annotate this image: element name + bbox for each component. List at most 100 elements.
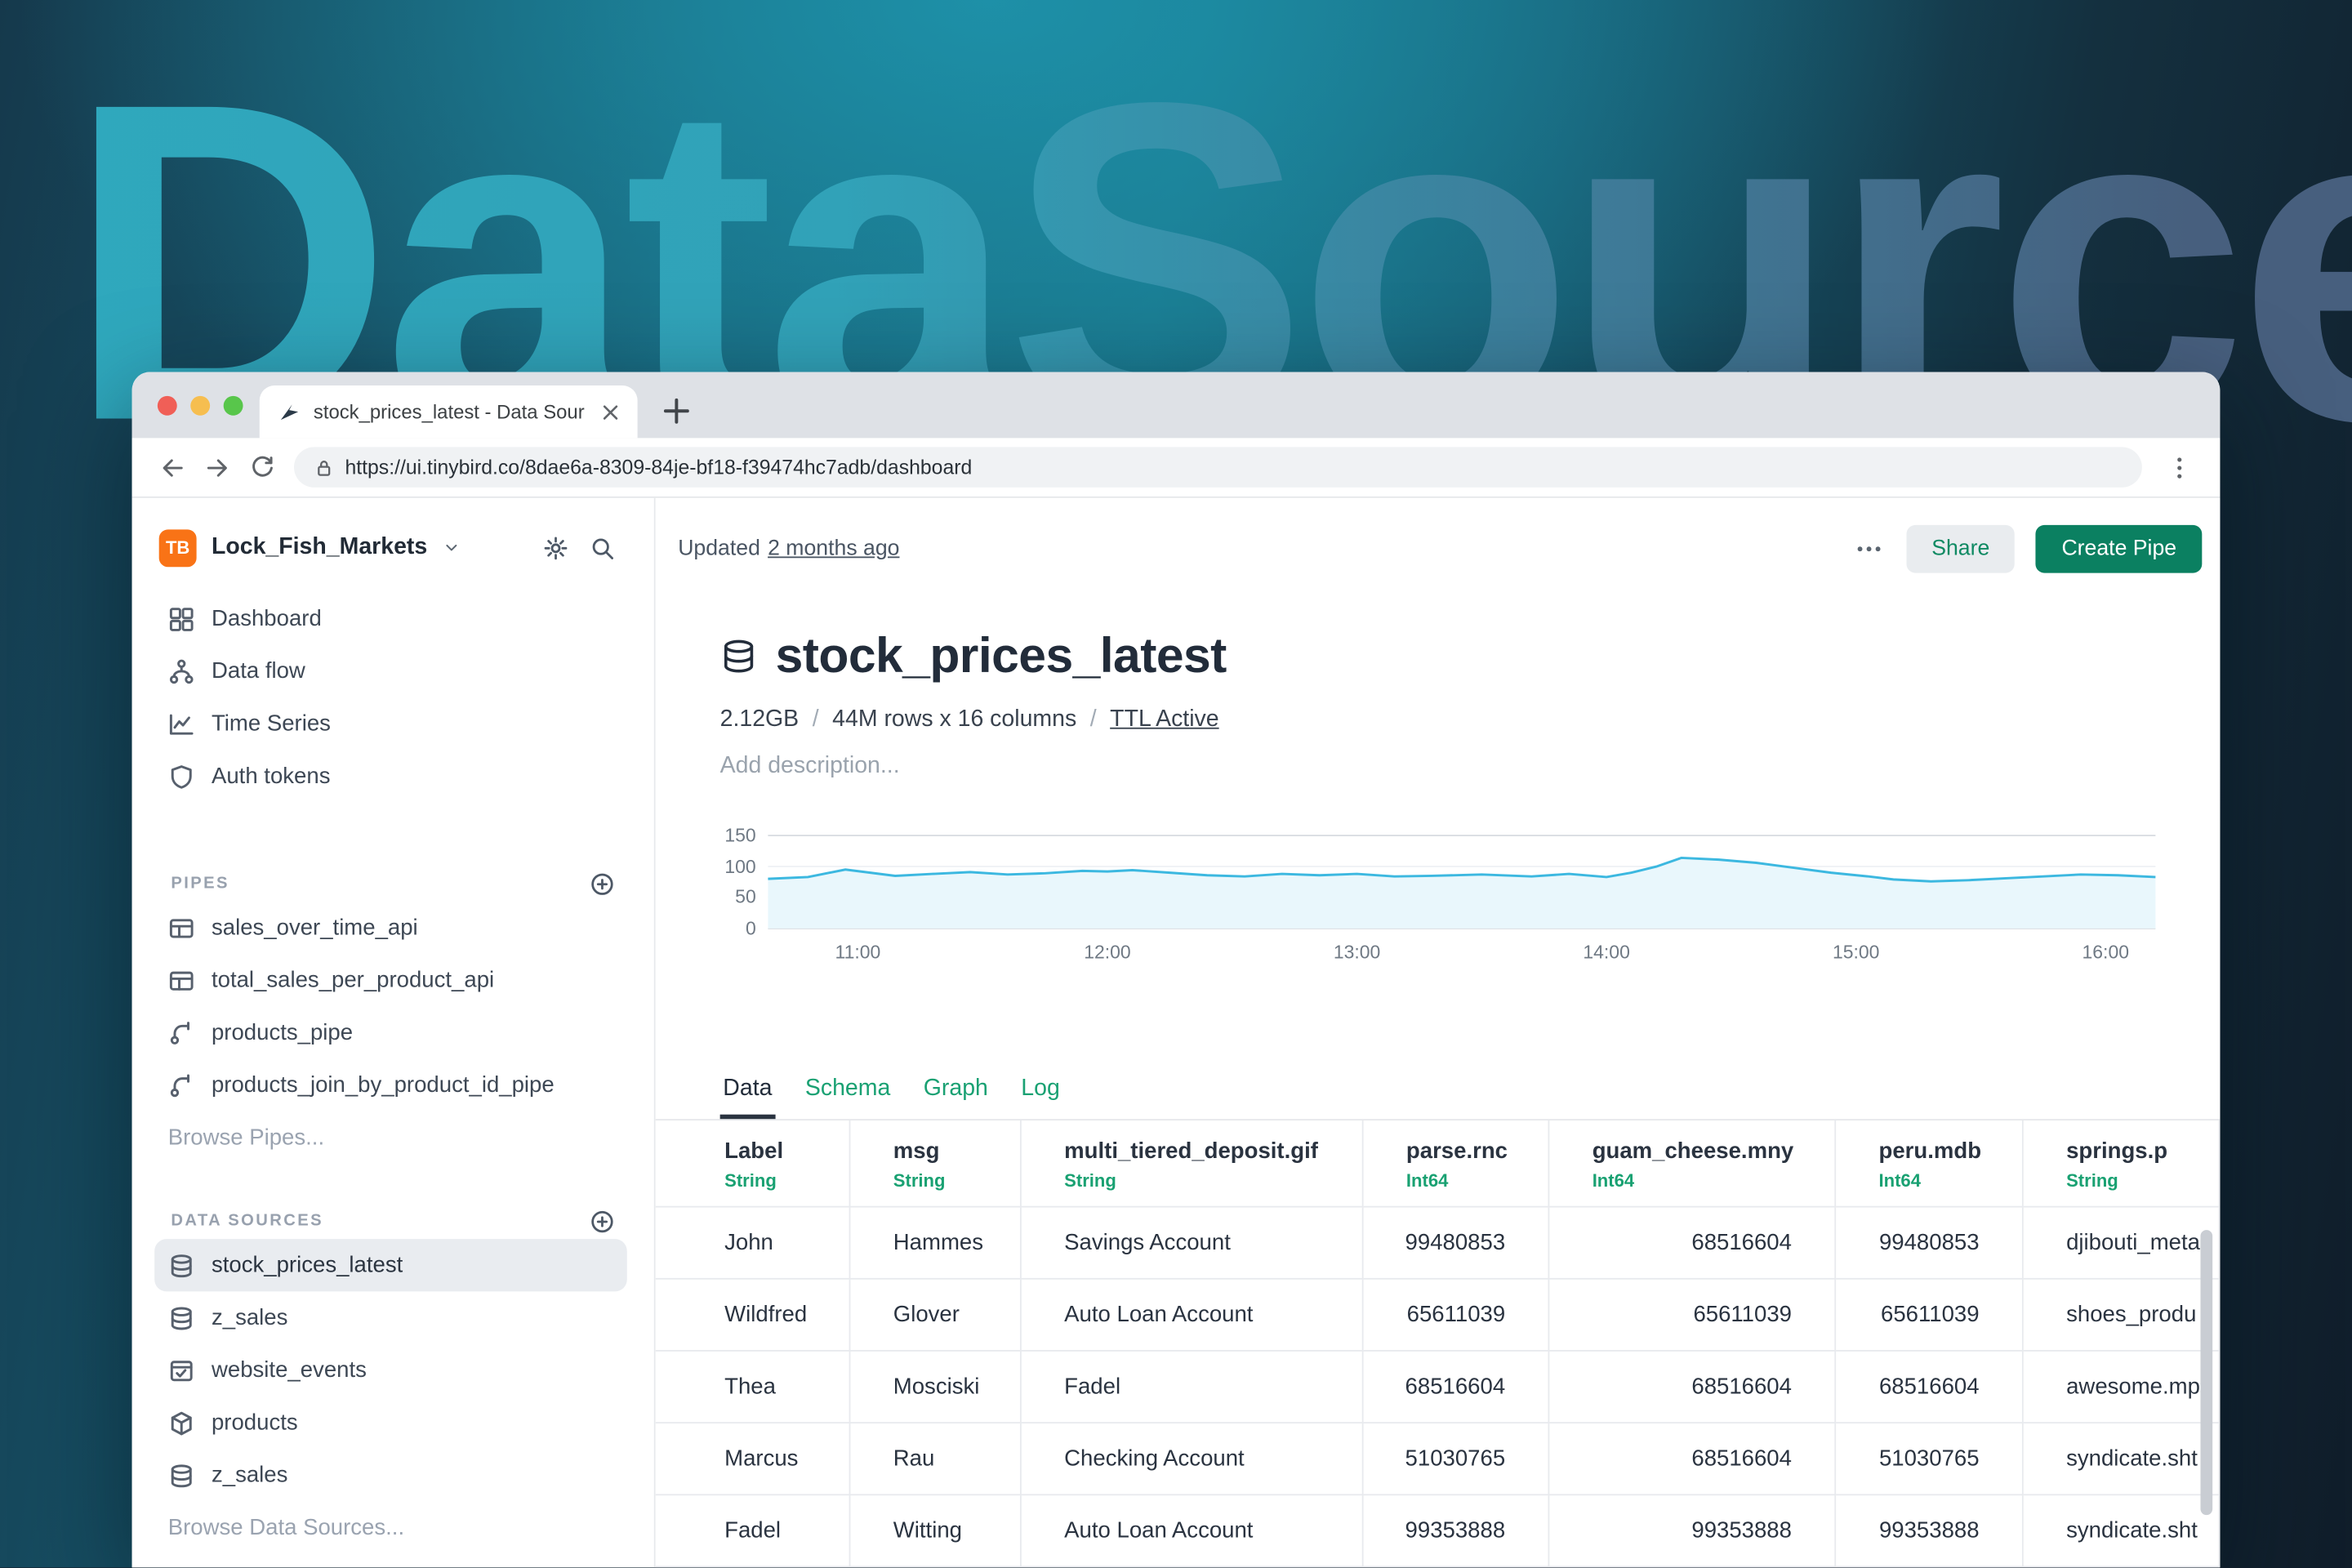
- events-datasource-icon: [168, 1356, 195, 1383]
- reload-button[interactable]: [240, 445, 285, 490]
- table-cell: Fadel: [656, 1494, 849, 1566]
- column-type: Int64: [1879, 1170, 2010, 1192]
- browser-tab[interactable]: stock_prices_latest - Data Sour: [260, 385, 638, 438]
- create-pipe-button[interactable]: Create Pipe: [2036, 525, 2202, 573]
- url-text: https://ui.tinybird.co/8dae6a-8309-84je-…: [345, 456, 972, 479]
- datasources-list: stock_prices_latestz_saleswebsite_events…: [132, 1239, 654, 1554]
- sidebar-item-dashboard[interactable]: Dashboard: [132, 593, 654, 645]
- sidebar-item-time-series[interactable]: Time Series: [132, 697, 654, 750]
- datasources-header-label: DATA SOURCES: [171, 1212, 323, 1230]
- table-cell: shoes_produ: [2022, 1279, 2220, 1351]
- sidebar-item-z-sales[interactable]: z_sales: [132, 1291, 654, 1343]
- column-name: peru.mdb: [1879, 1138, 2010, 1164]
- sidebar-browse-link[interactable]: Browse Pipes...: [132, 1111, 654, 1164]
- description-placeholder[interactable]: Add description...: [720, 753, 900, 780]
- service-datasource-icon: [168, 1410, 195, 1437]
- column-header-msg[interactable]: msgString: [849, 1120, 1020, 1207]
- column-type: String: [724, 1170, 836, 1192]
- sidebar-item-products[interactable]: products: [132, 1396, 654, 1449]
- address-bar[interactable]: https://ui.tinybird.co/8dae6a-8309-84je-…: [294, 447, 2142, 488]
- table-wrap: LabelStringmsgStringmulti_tiered_deposit…: [656, 1120, 2221, 1567]
- share-button[interactable]: Share: [1906, 525, 2016, 573]
- window-zoom-button[interactable]: [224, 396, 243, 416]
- sidebar-browse-link[interactable]: Browse Data Sources...: [132, 1502, 654, 1554]
- forward-button[interactable]: [195, 445, 240, 490]
- column-header-springs-p[interactable]: springs.pString: [2022, 1120, 2220, 1207]
- column-header-guam-cheese-mny[interactable]: guam_cheese.mnyInt64: [1548, 1120, 1835, 1207]
- table-cell: Marcus: [656, 1423, 849, 1494]
- updated-prefix: Updated: [678, 537, 760, 561]
- table-cell: 68516604: [1834, 1351, 2022, 1423]
- column-header-label[interactable]: LabelString: [656, 1120, 849, 1207]
- sidebar-item-products-join-by-product-id-pipe[interactable]: products_join_by_product_id_pipe: [132, 1059, 654, 1111]
- browse-label: Browse Pipes...: [168, 1125, 324, 1151]
- table-cell: syndicate.sht: [2022, 1423, 2220, 1494]
- column-name: springs.p: [2066, 1138, 2207, 1164]
- sidebar-item-z-sales[interactable]: z_sales: [132, 1449, 654, 1501]
- datasource-icon: [720, 637, 758, 675]
- pipes-header-label: PIPES: [171, 875, 229, 893]
- table-scrollbar-thumb[interactable]: [2200, 1230, 2212, 1515]
- table-cell: John: [656, 1207, 849, 1279]
- tab-schema[interactable]: Schema: [802, 1076, 893, 1119]
- tab-graph[interactable]: Graph: [920, 1076, 991, 1119]
- column-header-parse-rnc[interactable]: parse.rncInt64: [1362, 1120, 1548, 1207]
- column-type: Int64: [1592, 1170, 1822, 1192]
- ttl-status-link[interactable]: TTL Active: [1110, 706, 1218, 733]
- column-header-peru-mdb[interactable]: peru.mdb Int64: [1834, 1120, 2022, 1207]
- table-row: JohnHammesSavings Account994808536851660…: [656, 1207, 2220, 1279]
- browser-window: stock_prices_latest - Data Sour https://…: [132, 372, 2221, 1568]
- sidebar-item-website-events[interactable]: website_events: [132, 1344, 654, 1396]
- column-type: String: [1064, 1170, 1349, 1192]
- browser-toolbar: https://ui.tinybird.co/8dae6a-8309-84je-…: [132, 438, 2221, 497]
- sidebar-item-total-sales-per-product-api[interactable]: total_sales_per_product_api: [132, 954, 654, 1006]
- window-close-button[interactable]: [158, 396, 177, 416]
- auth-shield-icon: [168, 763, 195, 790]
- ingestion-chart: 150100500 11:0012:0013:0014:0015:0016:00: [720, 835, 2156, 979]
- y-axis-tick: 150: [724, 823, 755, 847]
- table-cell: 99353888: [1834, 1494, 2022, 1566]
- tab-log[interactable]: Log: [1018, 1076, 1063, 1119]
- table-cell: Glover: [849, 1279, 1020, 1351]
- workspace-logo: TB: [159, 528, 197, 566]
- column-name: multi_tiered_deposit.gif: [1064, 1138, 1349, 1164]
- table-cell: Rau: [849, 1423, 1020, 1494]
- table-row: TheaMosciskiFadel68516604685166046851660…: [656, 1351, 2220, 1423]
- table-cell: 68516604: [1548, 1351, 1835, 1423]
- back-button[interactable]: [150, 445, 195, 490]
- new-tab-button[interactable]: [658, 393, 694, 429]
- settings-gear-icon[interactable]: [543, 535, 568, 560]
- add-pipe-button[interactable]: [590, 871, 615, 896]
- window-minimize-button[interactable]: [190, 396, 210, 416]
- column-type: Int64: [1406, 1170, 1535, 1192]
- chart-x-axis: 11:0012:0013:0014:0015:0016:00: [768, 942, 2155, 965]
- search-icon[interactable]: [590, 535, 615, 560]
- table-cell: 65611039: [1362, 1279, 1548, 1351]
- y-axis-tick: 0: [746, 916, 756, 940]
- tab-close-icon[interactable]: [599, 399, 622, 423]
- time-series-icon: [168, 710, 195, 737]
- table-cell: awesome.mp: [2022, 1351, 2220, 1423]
- tab-data[interactable]: Data: [720, 1076, 775, 1119]
- sidebar-item-data-flow[interactable]: Data flow: [132, 645, 654, 697]
- sidebar-item-label: Auth tokens: [212, 764, 331, 789]
- sidebar-item-auth-tokens[interactable]: Auth tokens: [132, 750, 654, 802]
- chart-plot-area: [768, 835, 2155, 929]
- add-datasource-button[interactable]: [590, 1208, 615, 1233]
- sidebar-item-products-pipe[interactable]: products_pipe: [132, 1006, 654, 1058]
- table-cell: Auto Loan Account: [1020, 1279, 1362, 1351]
- sidebar-item-stock-prices-latest[interactable]: stock_prices_latest: [154, 1239, 627, 1291]
- datasource-icon: [168, 1462, 195, 1489]
- title-row: stock_prices_latest: [720, 627, 1227, 684]
- workspace-switcher[interactable]: TB Lock_Fish_Markets: [132, 518, 654, 577]
- table-cell: 99480853: [1362, 1207, 1548, 1279]
- x-axis-tick: 11:00: [835, 942, 881, 963]
- updated-time-link[interactable]: 2 months ago: [768, 537, 899, 561]
- column-name: msg: [893, 1138, 1008, 1164]
- browser-menu-button[interactable]: [2157, 445, 2202, 490]
- more-options-button[interactable]: [1852, 532, 1885, 565]
- sidebar-item-label: products_join_by_product_id_pipe: [212, 1072, 555, 1098]
- sidebar-item-sales-over-time-api[interactable]: sales_over_time_api: [132, 902, 654, 954]
- sidebar-item-label: website_events: [212, 1357, 367, 1383]
- column-header-multi-tiered-deposit-gif[interactable]: multi_tiered_deposit.gif String: [1020, 1120, 1362, 1207]
